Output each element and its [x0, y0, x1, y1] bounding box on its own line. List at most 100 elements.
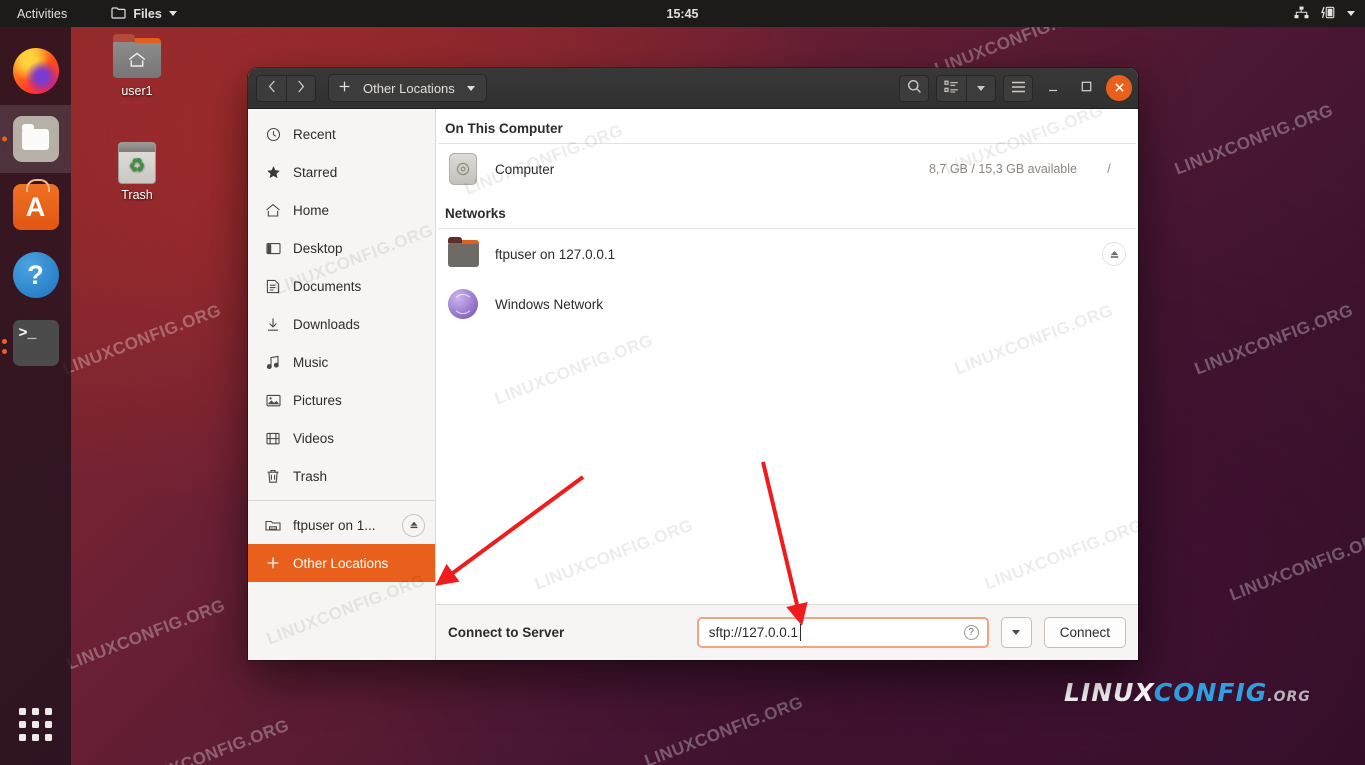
watermark: LINUXCONFIG.ORG [1191, 300, 1356, 379]
activities-button[interactable]: Activities [11, 5, 73, 23]
sidebar-item-ftpuser-mount[interactable]: ftpuser on 1... [248, 506, 435, 544]
sidebar-item-home[interactable]: Home [248, 191, 435, 229]
dock-item-files[interactable] [0, 105, 71, 173]
ubuntu-software-icon: A [12, 179, 59, 230]
location-mount-point: / [1107, 162, 1111, 176]
help-glyph: ? [27, 259, 44, 290]
sidebar-item-label: Desktop [293, 240, 343, 256]
sidebar-item-label: Trash [293, 468, 328, 484]
navigation-buttons [256, 74, 316, 102]
list-view-button[interactable] [936, 74, 966, 102]
forward-button[interactable] [286, 74, 316, 102]
connect-button[interactable]: Connect [1043, 617, 1126, 648]
dock-item-help[interactable]: ? [0, 241, 71, 309]
location-row-computer[interactable]: Computer 8,7 GB / 15,3 GB available / [436, 144, 1138, 194]
terminal-glyph: >_ [18, 325, 37, 342]
close-button[interactable] [1106, 75, 1132, 101]
path-bar[interactable]: Other Locations [328, 74, 487, 102]
gnome-top-bar: Activities Files 15:45 [0, 0, 1365, 27]
sidebar-item-label: Starred [293, 164, 338, 180]
path-bar-label: Other Locations [363, 80, 455, 96]
download-icon [265, 317, 281, 332]
sidebar-item-label: Documents [293, 278, 362, 294]
network-icon [1294, 6, 1309, 22]
minimize-button[interactable] [1040, 75, 1066, 101]
window-header-bar: Other Locations [248, 68, 1138, 109]
chevron-down-icon [1012, 630, 1021, 635]
desktop-icon-label: user1 [121, 84, 153, 98]
location-row-ftpuser[interactable]: ftpuser on 127.0.0.1 [436, 229, 1138, 279]
sidebar-item-other-locations[interactable]: Other Locations [248, 544, 435, 582]
sidebar-item-recent[interactable]: Recent [248, 115, 435, 153]
view-options-button[interactable] [966, 74, 996, 102]
location-name: Windows Network [495, 296, 604, 312]
section-header-on-this-computer: On This Computer [445, 121, 563, 136]
sidebar-item-videos[interactable]: Videos [248, 419, 435, 457]
window-body: Recent Starred Home Desktop Documents Do… [248, 109, 1138, 660]
back-button[interactable] [256, 74, 286, 102]
desktop-icon-trash[interactable]: ♻ Trash [95, 138, 179, 202]
locations-scroll-area[interactable]: On This Computer Computer 8,7 GB / 15,3 … [436, 109, 1138, 604]
sidebar-item-label: Videos [293, 430, 335, 446]
desktop-icon-user1[interactable]: user1 [95, 34, 179, 98]
sidebar-item-label: Recent [293, 126, 336, 142]
view-mode-group [936, 74, 996, 102]
music-note-icon [265, 355, 281, 370]
plus-icon [265, 556, 281, 570]
apps-grid-icon [19, 707, 52, 741]
sidebar-item-desktop[interactable]: Desktop [248, 229, 435, 267]
maximize-button[interactable] [1073, 75, 1099, 101]
dock-item-terminal[interactable]: >_ [0, 309, 71, 377]
home-icon [265, 203, 281, 218]
files-window: Other Locations Recent Starred Home Desk… [248, 68, 1138, 660]
sidebar-item-label: Other Locations [293, 555, 389, 571]
locations-view: On This Computer Computer 8,7 GB / 15,3 … [436, 109, 1138, 660]
logo-part-1: LINUX [1064, 678, 1154, 707]
eject-button[interactable] [402, 513, 425, 537]
clock-icon [265, 127, 281, 142]
eject-button[interactable] [1102, 242, 1126, 266]
ubuntu-dock: A ? >_ [0, 27, 71, 765]
sidebar-item-starred[interactable]: Starred [248, 153, 435, 191]
app-menu-button[interactable]: Files [111, 6, 177, 22]
question-mark-icon[interactable]: ? [963, 625, 979, 640]
dock-item-ubuntu-software[interactable]: A [0, 173, 71, 241]
firefox-icon [12, 48, 59, 94]
connect-to-server-label: Connect to Server [448, 625, 565, 640]
show-applications-button[interactable] [0, 697, 71, 751]
desktop-icon [265, 242, 281, 255]
hamburger-menu-icon [1011, 81, 1026, 96]
files-icon [12, 116, 59, 162]
chevron-down-icon [168, 11, 177, 16]
location-row-windows-network[interactable]: Windows Network [436, 279, 1138, 329]
search-button[interactable] [899, 74, 929, 102]
server-address-input[interactable]: sftp://127.0.0.1 ? [696, 617, 989, 648]
clock[interactable]: 15:45 [0, 7, 1365, 21]
chevron-left-icon [268, 80, 276, 96]
logo-part-3: .ORG [1267, 689, 1311, 705]
places-sidebar: Recent Starred Home Desktop Documents Do… [248, 109, 436, 660]
sidebar-item-downloads[interactable]: Downloads [248, 305, 435, 343]
search-icon [907, 79, 922, 97]
watermark: LINUXCONFIG.ORG [59, 300, 224, 379]
desktop-icon-label: Trash [121, 188, 153, 202]
main-menu-button[interactable] [1003, 74, 1033, 102]
location-name: Computer [495, 161, 555, 177]
location-name: ftpuser on 127.0.0.1 [495, 246, 616, 262]
terminal-icon: >_ [12, 320, 59, 366]
server-history-dropdown[interactable] [1000, 617, 1032, 648]
image-icon [265, 394, 281, 407]
sidebar-item-pictures[interactable]: Pictures [248, 381, 435, 419]
sidebar-item-documents[interactable]: Documents [248, 267, 435, 305]
sidebar-item-label: Home [293, 202, 330, 218]
dock-item-firefox[interactable] [0, 37, 71, 105]
minimize-icon [1047, 81, 1059, 95]
system-status-area[interactable] [1294, 6, 1355, 22]
sidebar-item-music[interactable]: Music [248, 343, 435, 381]
sidebar-divider [248, 500, 435, 501]
watermark: LINUXCONFIG.ORG [641, 692, 806, 765]
sidebar-item-trash[interactable]: Trash [248, 457, 435, 495]
close-icon [1114, 81, 1125, 96]
trash-icon [265, 469, 281, 484]
remote-folder-icon [446, 236, 480, 271]
